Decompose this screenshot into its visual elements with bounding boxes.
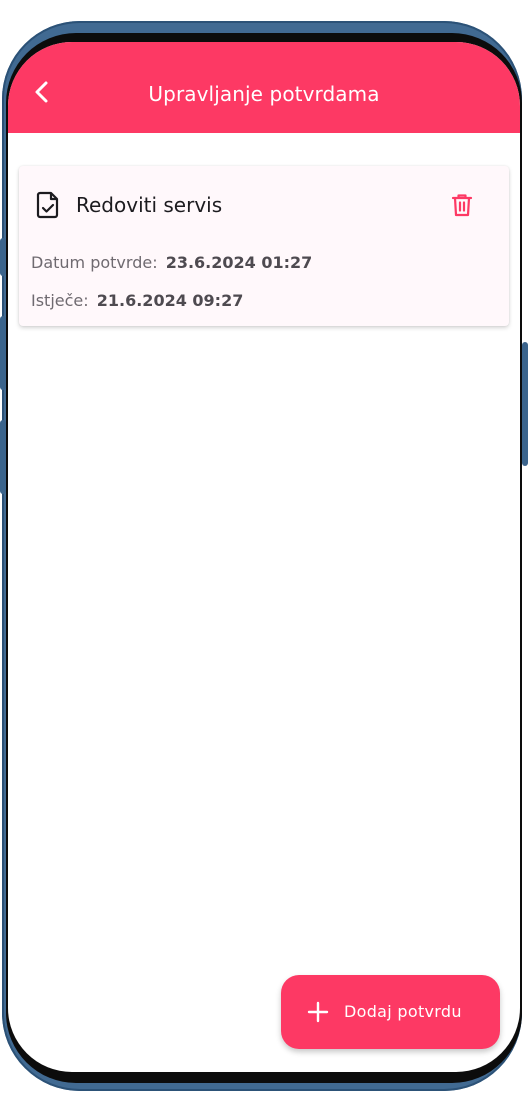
- page-title: Upravljanje potvrdama: [148, 82, 380, 106]
- add-confirmation-button[interactable]: Dodaj potvrdu: [281, 975, 500, 1049]
- app-bar: Upravljanje potvrdama: [8, 42, 520, 133]
- confirmation-date-row: Datum potvrde: 23.6.2024 01:27: [31, 253, 312, 272]
- trash-icon: [451, 194, 473, 217]
- confirmation-card[interactable]: Redoviti servis Datum potvrde: 23.6.2024…: [19, 166, 509, 326]
- expiry-date-value: 21.6.2024 09:27: [96, 291, 244, 310]
- add-confirmation-label: Dodaj potvrdu: [344, 1002, 462, 1021]
- phone-side-button: [522, 342, 528, 466]
- confirmation-date-value: 23.6.2024 01:27: [165, 253, 313, 272]
- confirmation-title: Redoviti servis: [76, 193, 223, 217]
- expiry-date-label: Istječe:: [31, 291, 89, 310]
- page: Upravljanje potvrdama Redoviti servis Da…: [0, 0, 528, 1114]
- document-check-icon: [36, 191, 59, 219]
- expiry-date-row: Istječe: 21.6.2024 09:27: [31, 291, 243, 310]
- delete-button[interactable]: [447, 190, 477, 220]
- plus-icon: [307, 1001, 329, 1023]
- confirmation-date-label: Datum potvrde:: [31, 253, 158, 272]
- app-screen: Upravljanje potvrdama Redoviti servis Da…: [8, 42, 520, 1072]
